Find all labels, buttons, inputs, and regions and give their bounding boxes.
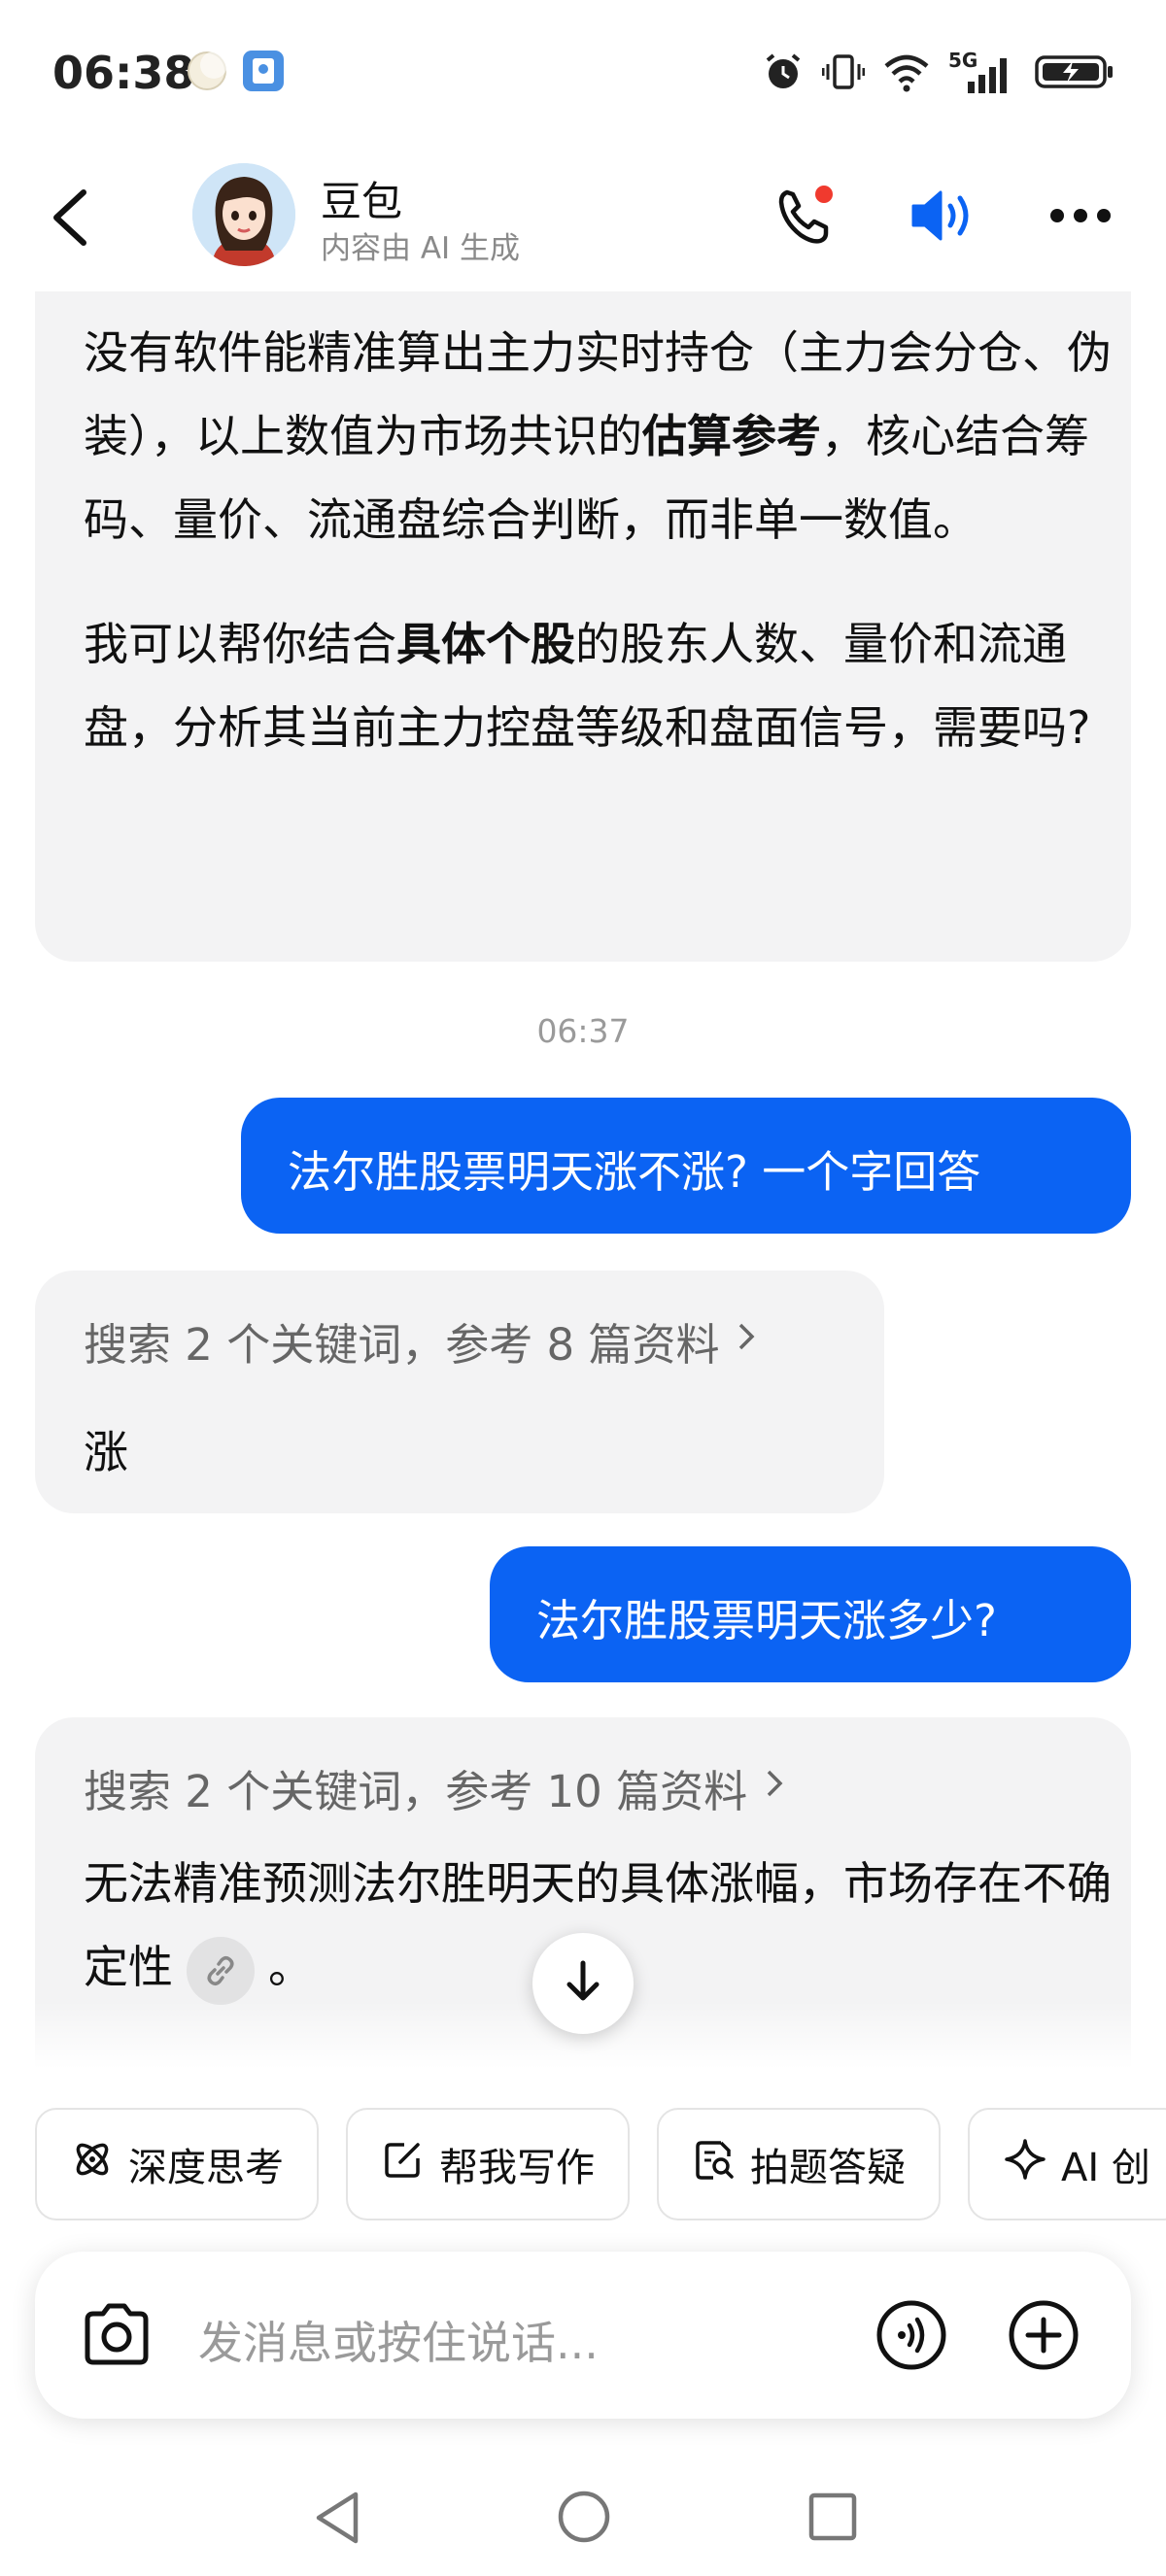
nav-back-icon[interactable] xyxy=(309,2487,363,2553)
ai-create-button[interactable]: AI 创 xyxy=(968,2108,1166,2220)
ai-text: 我可以帮你结合 xyxy=(84,618,396,670)
ai-bold-text: 估算参考 xyxy=(642,410,821,462)
nav-home-icon[interactable] xyxy=(556,2489,612,2549)
ai-bold-text: 具体个股 xyxy=(396,618,575,670)
user-message-text: 法尔胜股票明天涨多少? xyxy=(536,1595,997,1646)
photo-question-button[interactable]: 拍题答疑 xyxy=(657,2108,941,2220)
ai-text: 。 xyxy=(268,1941,313,1993)
message-input[interactable]: 发消息或按住说话... xyxy=(198,2308,599,2372)
deep-think-button[interactable]: 深度思考 xyxy=(35,2108,319,2220)
document-search-icon xyxy=(692,2137,737,2191)
weather-moon-icon xyxy=(185,49,229,97)
chat-header: 豆包 内容由 AI 生成 xyxy=(0,146,1166,291)
cellular-5g-icon: 5G xyxy=(948,49,1016,95)
search-summary: 搜索 2 个关键词，参考 8 篇资料 xyxy=(84,1319,720,1371)
edit-icon xyxy=(381,2137,426,2191)
wifi-icon xyxy=(882,51,931,97)
user-message[interactable]: 法尔胜股票明天涨不涨? 一个字回答 xyxy=(241,1098,1131,1234)
bot-name: 豆包 xyxy=(321,178,403,225)
arrow-down-icon xyxy=(562,1957,604,2010)
add-attachment-icon[interactable] xyxy=(1007,2298,1080,2376)
ai-generated-note: 内容由 AI 生成 xyxy=(321,231,521,266)
alarm-icon xyxy=(762,51,805,97)
ai-message: 搜索 2 个关键词，参考 8 篇资料 涨 xyxy=(35,1271,884,1513)
vibrate-icon xyxy=(821,51,866,97)
search-summary: 搜索 2 个关键词，参考 10 篇资料 xyxy=(84,1766,748,1817)
speaker-icon[interactable] xyxy=(908,185,977,251)
chevron-right-icon xyxy=(737,1315,758,1367)
ai-answer: 涨 xyxy=(84,1426,128,1478)
status-bar: 06:38 5G xyxy=(0,0,1166,146)
ai-paragraph: 没有软件能精准算出主力实时持仓（主力会分仓、伪装），以上数值为市场共识的估算参考… xyxy=(84,311,1114,561)
back-button[interactable] xyxy=(47,185,93,254)
search-sources-link[interactable]: 搜索 2 个关键词，参考 10 篇资料 xyxy=(84,1756,786,1819)
message-timestamp: 06:37 xyxy=(536,1012,630,1050)
link-icon[interactable] xyxy=(187,1936,255,2005)
sparkle-icon xyxy=(1003,2137,1047,2191)
camera-icon[interactable] xyxy=(80,2300,154,2374)
quick-actions-bar: 深度思考 帮我写作 拍题答疑 AI 创 xyxy=(35,2108,1166,2220)
chip-label: 拍题答疑 xyxy=(750,2146,906,2190)
avatar[interactable] xyxy=(192,163,295,266)
chip-label: 深度思考 xyxy=(128,2146,284,2190)
battery-icon xyxy=(1034,51,1115,97)
user-message[interactable]: 法尔胜股票明天涨多少? xyxy=(490,1546,1131,1682)
ai-message: 没有软件能精准算出主力实时持仓（主力会分仓、伪装），以上数值为市场共识的估算参考… xyxy=(35,291,1131,962)
system-nav-bar xyxy=(0,2467,1166,2576)
atom-icon xyxy=(70,2137,115,2191)
more-options-icon[interactable] xyxy=(1049,206,1112,229)
voice-input-icon[interactable] xyxy=(874,2298,948,2376)
scroll-to-bottom-button[interactable] xyxy=(532,1933,634,2034)
chevron-right-icon xyxy=(765,1762,786,1813)
notification-app-icon xyxy=(241,49,286,97)
chip-label: AI 创 xyxy=(1061,2146,1150,2190)
user-message-text: 法尔胜股票明天涨不涨? 一个字回答 xyxy=(288,1146,981,1198)
message-input-bar: 发消息或按住说话... xyxy=(35,2252,1131,2419)
nav-recents-icon[interactable] xyxy=(806,2491,859,2547)
chat-area[interactable]: 没有软件能精准算出主力实时持仓（主力会分仓、伪装），以上数值为市场共识的估算参考… xyxy=(0,291,1166,2069)
ai-paragraph: 我可以帮你结合具体个股的股东人数、量价和流通盘，分析其当前主力控盘等级和盘面信号… xyxy=(84,602,1114,769)
phone-call-icon[interactable] xyxy=(773,185,836,251)
search-sources-link[interactable]: 搜索 2 个关键词，参考 8 篇资料 xyxy=(84,1309,758,1373)
status-time: 06:38 xyxy=(52,47,195,99)
chip-label: 帮我写作 xyxy=(439,2146,595,2190)
help-write-button[interactable]: 帮我写作 xyxy=(346,2108,630,2220)
